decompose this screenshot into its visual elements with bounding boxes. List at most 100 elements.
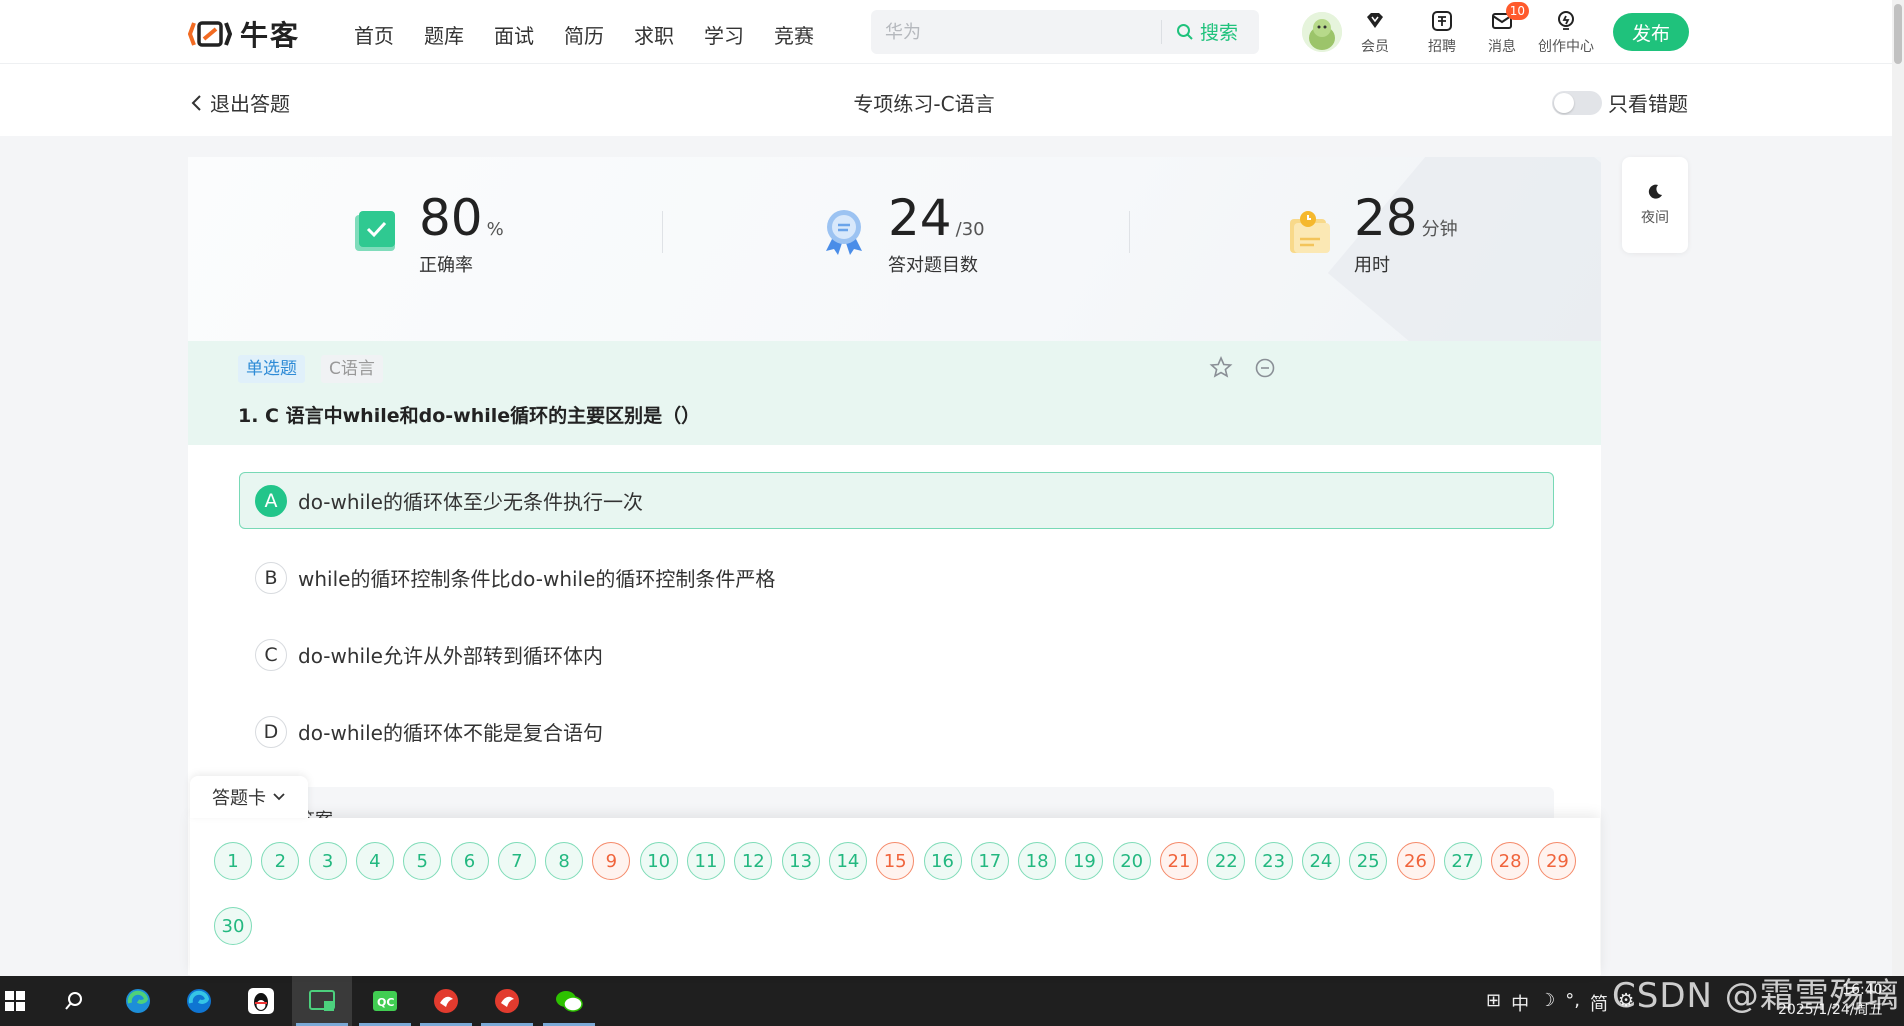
answer-sheet-item[interactable]: 27 [1443,842,1482,880]
answer-sheet-item[interactable]: 6 [450,842,489,880]
option-text: do-while允许从外部转到循环体内 [298,644,603,668]
answer-sheet-item[interactable]: 11 [687,842,725,880]
answer-sheet-panel: 1 2 3 4 5 6 7 8 9 10 11 12 13 14 15 16 17 18 19 20 21 22 23 24 2… [190,818,1600,976]
answer-sheet-item[interactable]: 22 [1207,842,1246,880]
time-label: 用时 [1354,255,1390,276]
answer-sheet-item[interactable]: 7 [497,842,536,880]
star-icon[interactable] [1208,355,1234,381]
moon-icon [1648,184,1662,199]
minus-circle-icon[interactable] [1252,355,1278,381]
answer-sheet-item[interactable]: 26 [1396,842,1435,880]
stat-accuracy: 80% 正确率 [349,193,504,277]
red-bird-icon [434,989,458,1013]
input-grid-icon[interactable]: ⊞ [1486,990,1501,1016]
answer-sheet-item[interactable]: 3 [308,842,347,880]
only-wrong-toggle-group: 只看错题 [1552,88,1688,117]
stat-time: 28 分钟 用时 [1284,193,1458,277]
nav-item-question-bank[interactable]: 题库 [424,20,464,49]
nav-item-jobs[interactable]: 求职 [634,20,674,49]
night-mode-label: 夜间 [1641,210,1669,226]
publish-button[interactable]: 发布 [1613,13,1689,51]
answer-sheet-toggle[interactable]: 答题卡 [190,776,308,818]
nav-item-resume[interactable]: 简历 [564,20,604,49]
answer-sheet-item[interactable]: 30 [214,907,252,945]
nav-item-home[interactable]: 首页 [354,20,394,49]
qt-icon: QC [373,991,397,1011]
answer-sheet-item[interactable]: 18 [1018,842,1057,880]
creator-center-button[interactable]: 创作中心 [1538,8,1594,56]
option-text: do-while的循环体不能是复合语句 [298,721,603,745]
nav-item-learn[interactable]: 学习 [704,20,744,49]
answer-sheet-item[interactable]: 9 [592,842,631,880]
accuracy-value: 80 [419,189,483,247]
answer-sheet-item[interactable]: 21 [1160,842,1198,880]
nav-item-interview[interactable]: 面试 [494,20,534,49]
search-button[interactable]: 搜索 [1176,18,1238,45]
start-button[interactable] [0,986,30,1016]
brand-name: 牛客 [240,19,301,52]
taskbar-qt-creator[interactable]: QC [370,986,400,1016]
answer-sheet-item[interactable]: 16 [923,842,962,880]
accuracy-unit: % [486,219,504,240]
answer-sheet-item[interactable]: 5 [403,842,442,880]
taskbar-edge[interactable] [184,986,214,1016]
question-title: 1. C 语言中while和do-while循环的主要区别是（） [238,405,701,427]
taskbar-terminal[interactable] [307,986,337,1016]
clock-folder-icon [1290,211,1330,253]
answer-sheet-item[interactable]: 15 [876,842,915,880]
answer-sheet-item[interactable]: 19 [1065,842,1104,880]
option-text: while的循环控制条件比do-while的循环控制条件严格 [298,567,776,591]
nowcoder-logo[interactable]: 牛客 [188,14,300,54]
lightbulb-icon [1558,11,1574,30]
moon-tray-icon: ☽ [1539,990,1556,1011]
search-input[interactable] [885,20,1185,44]
answer-sheet-item[interactable]: 13 [781,842,820,880]
checkbook-icon [355,211,395,251]
night-mode-button[interactable]: 夜间 [1622,157,1688,253]
taskbar-edge-beta[interactable] [123,986,153,1016]
option-d[interactable]: D do-while的循环体不能是复合语句 [239,703,1554,760]
answer-sheet-item[interactable]: 17 [970,842,1009,880]
ime-mode[interactable]: 简 [1590,990,1608,1016]
member-label: 会员 [1361,39,1389,55]
answer-sheet-item[interactable]: 20 [1112,842,1151,880]
option-b[interactable]: B while的循环控制条件比do-while的循环控制条件严格 [239,549,1554,606]
messages-button[interactable]: 10 消息 [1488,2,1529,56]
stat-divider [1129,211,1130,253]
member-button[interactable]: 会员 [1361,8,1389,56]
ime-language[interactable]: 中 [1511,990,1529,1016]
answer-sheet-item[interactable]: 29 [1538,842,1577,880]
answer-sheet-item[interactable]: 8 [545,842,584,880]
messages-label: 消息 [1488,39,1516,55]
answer-sheet-item[interactable]: 23 [1254,842,1293,880]
recruit-button[interactable]: 招聘 [1428,8,1456,56]
only-wrong-toggle[interactable] [1552,90,1602,115]
answer-sheet-item[interactable]: 1 [214,842,252,880]
nav-item-contest[interactable]: 竞赛 [774,20,814,49]
taskbar-search-button[interactable] [59,986,89,1016]
taskbar-app-red-1[interactable] [431,986,461,1016]
answer-sheet-item[interactable]: 12 [734,842,773,880]
search-divider [1161,20,1162,44]
answer-sheet-item[interactable]: 24 [1301,842,1340,880]
option-c[interactable]: C do-while允许从外部转到循环体内 [239,626,1554,683]
stat-correct-count: 24/30 答对题目数 [818,193,985,277]
user-avatar[interactable] [1302,12,1342,52]
edge-icon [187,989,211,1013]
messages-badge: 10 [1505,2,1529,20]
answer-sheet-item[interactable]: 4 [355,842,394,880]
accuracy-label: 正确率 [419,255,473,276]
answer-sheet-item[interactable]: 10 [639,842,678,880]
scrollbar-thumb[interactable] [1894,4,1902,64]
taskbar-wechat[interactable] [554,986,584,1016]
time-value: 28 [1354,189,1418,247]
page-scrollbar[interactable] [1892,0,1904,976]
option-a[interactable]: A do-while的循环体至少无条件执行一次 [239,472,1554,529]
answer-sheet-item[interactable]: 28 [1491,842,1530,880]
taskbar-qq[interactable] [246,986,276,1016]
answer-sheet-item[interactable]: 14 [828,842,867,880]
answer-sheet-item[interactable]: 2 [261,842,300,880]
punctuation-icon: °, [1565,990,1580,1011]
answer-sheet-item[interactable]: 25 [1349,842,1388,880]
taskbar-app-red-2[interactable] [492,986,522,1016]
